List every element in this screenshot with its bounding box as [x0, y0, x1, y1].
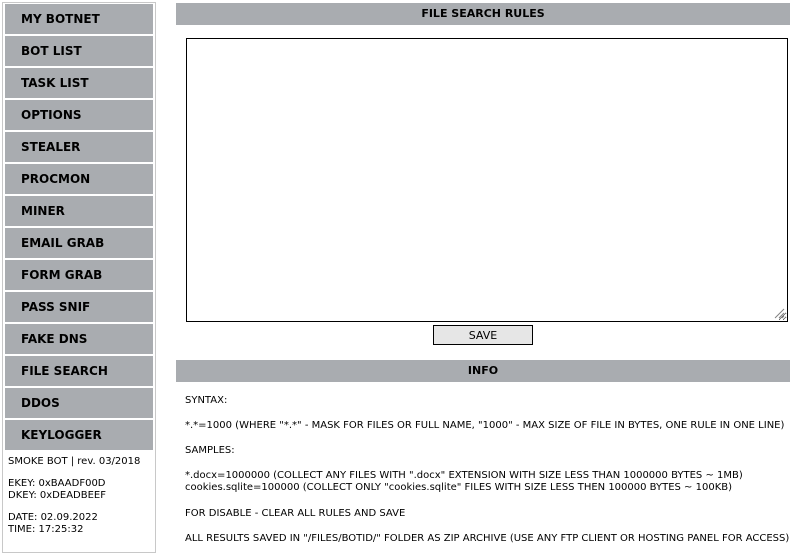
sidebar-item-bot-list[interactable]: BOT LIST	[5, 36, 153, 66]
bot-info: SMOKE BOT | rev. 03/2018 EKEY: 0xBAADF00…	[3, 452, 155, 536]
sidebar-item-miner[interactable]: MINER	[5, 196, 153, 226]
sidebar-item-procmon[interactable]: PROCMON	[5, 164, 153, 194]
sidebar-item-task-list[interactable]: TASK LIST	[5, 68, 153, 98]
disable-note: FOR DISABLE - CLEAR ALL RULES AND SAVE	[185, 508, 406, 519]
results-note: ALL RESULTS SAVED IN "/FILES/BOTID/" FOL…	[185, 533, 790, 544]
info-header: INFO	[176, 360, 790, 382]
syntax-line: *.*=1000 (WHERE "*.*" - MASK FOR FILES O…	[185, 420, 785, 431]
dkey-text: DKEY: 0xDEADBEEF	[8, 490, 106, 501]
ekey-text: EKEY: 0xBAADF00D	[8, 478, 106, 489]
sidebar-item-fake-dns[interactable]: FAKE DNS	[5, 324, 153, 354]
sidebar: MY BOTNET BOT LIST TASK LIST OPTIONS STE…	[2, 2, 156, 553]
sidebar-item-email-grab[interactable]: EMAIL GRAB	[5, 228, 153, 258]
sidebar-item-stealer[interactable]: STEALER	[5, 132, 153, 162]
sample-line-1: *.docx=1000000 (COLLECT ANY FILES WITH "…	[185, 470, 743, 481]
main-panel: FILE SEARCH RULES SAVE INFO SYNTAX: *.*=…	[176, 3, 790, 544]
samples-title: SAMPLES:	[185, 445, 235, 456]
sidebar-item-options[interactable]: OPTIONS	[5, 100, 153, 130]
sidebar-item-keylogger[interactable]: KEYLOGGER	[5, 420, 153, 450]
sidebar-item-form-grab[interactable]: FORM GRAB	[5, 260, 153, 290]
version-text: SMOKE BOT | rev. 03/2018	[8, 456, 141, 467]
time-text: TIME: 17:25:32	[8, 524, 84, 535]
sidebar-menu: MY BOTNET BOT LIST TASK LIST OPTIONS STE…	[3, 4, 155, 450]
save-button[interactable]: SAVE	[433, 325, 533, 345]
sidebar-item-my-botnet[interactable]: MY BOTNET	[5, 4, 153, 34]
sample-line-2: cookies.sqlite=100000 (COLLECT ONLY "coo…	[185, 482, 733, 493]
resize-grip-icon[interactable]	[773, 307, 785, 319]
rules-header: FILE SEARCH RULES	[176, 3, 790, 25]
sidebar-item-file-search[interactable]: FILE SEARCH	[5, 356, 153, 386]
info-body: SYNTAX: *.*=1000 (WHERE "*.*" - MASK FOR…	[185, 395, 790, 545]
date-text: DATE: 02.09.2022	[8, 512, 98, 523]
sidebar-item-ddos[interactable]: DDOS	[5, 388, 153, 418]
sidebar-item-pass-snif[interactable]: PASS SNIF	[5, 292, 153, 322]
syntax-title: SYNTAX:	[185, 395, 228, 406]
rules-textarea[interactable]	[186, 38, 788, 322]
